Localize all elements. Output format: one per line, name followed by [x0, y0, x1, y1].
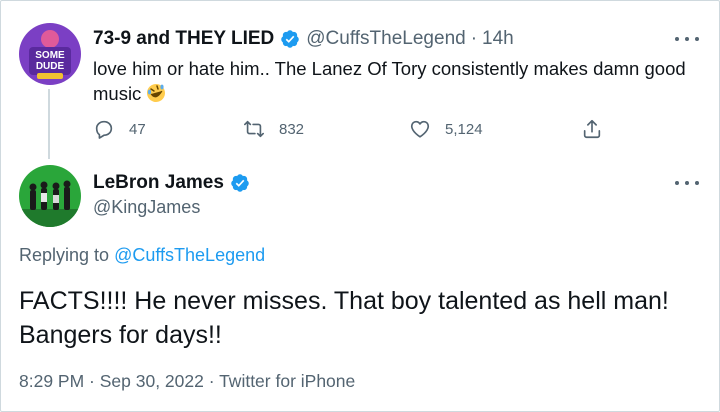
- tweet2-text: FACTS!!!! He never misses. That boy tale…: [19, 287, 669, 349]
- tweet1-header: 73-9 and THEY LIED @CuffsTheLegend · 14h: [93, 27, 514, 51]
- like-button[interactable]: 5,124: [409, 117, 483, 141]
- avatar-image-kingjames: [19, 165, 81, 227]
- avatar-text-top: SOME: [35, 50, 65, 61]
- avatar[interactable]: SOME DUDE: [19, 23, 81, 85]
- share-icon: [583, 119, 601, 139]
- handle[interactable]: @KingJames: [93, 197, 200, 218]
- thread-connector-line: [48, 89, 50, 159]
- tweet2-header: LeBron James: [93, 171, 256, 195]
- tweet2-timestamp-source[interactable]: 8:29 PM · Sep 30, 2022 · Twitter for iPh…: [19, 371, 355, 392]
- rolling-on-the-floor-laughing-emoji-icon: [147, 84, 166, 102]
- more-options-icon[interactable]: [675, 178, 699, 188]
- replying-to-line: Replying to @CuffsTheLegend: [19, 245, 265, 266]
- avatar-text-bottom: DUDE: [36, 61, 65, 72]
- retweet-button[interactable]: 832: [243, 117, 304, 141]
- tweet1-text: love him or hate him.. The Lanez Of Tory…: [93, 56, 693, 106]
- handle[interactable]: @CuffsTheLegend: [306, 28, 465, 50]
- replying-to-prefix: Replying to: [19, 245, 110, 265]
- tweet-thread-card: SOME DUDE 73-9 and THEY LIED @CuffsTheLe…: [0, 0, 720, 412]
- heart-icon: [410, 120, 430, 138]
- reply-count: 47: [129, 120, 146, 138]
- replying-to-handle-link[interactable]: @CuffsTheLegend: [114, 245, 265, 265]
- avatar[interactable]: [19, 165, 81, 227]
- reply-icon: [95, 120, 113, 139]
- reply-button[interactable]: 47: [93, 117, 146, 141]
- retweet-icon: [244, 120, 264, 138]
- share-button[interactable]: [581, 117, 617, 141]
- like-count: 5,124: [445, 120, 483, 138]
- display-name[interactable]: 73-9 and THEY LIED: [93, 28, 274, 50]
- display-name[interactable]: LeBron James: [93, 172, 224, 194]
- avatar-image-cuffs: SOME DUDE: [19, 23, 81, 85]
- tweet1-text-body: love him or hate him.. The Lanez Of Tory…: [93, 58, 686, 104]
- tweet1-action-bar: 47 832 5,124: [93, 117, 613, 141]
- verified-badge-icon: [281, 30, 300, 48]
- separator-dot: ·: [470, 28, 478, 49]
- more-options-icon[interactable]: [675, 34, 699, 44]
- timestamp[interactable]: 14h: [482, 28, 514, 50]
- retweet-count: 832: [279, 120, 305, 138]
- verified-badge-icon: [231, 174, 249, 192]
